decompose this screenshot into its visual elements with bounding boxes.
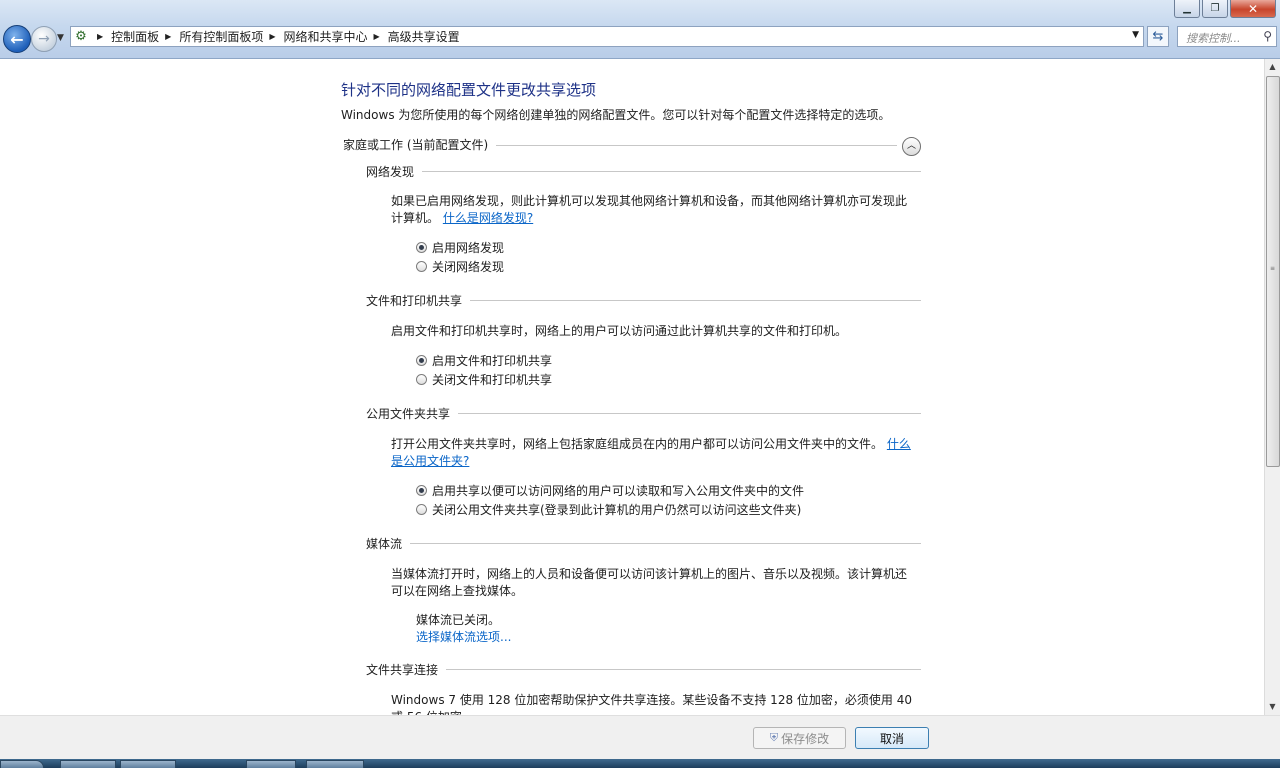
breadcrumb-control-panel[interactable]: 控制面板 <box>111 28 159 45</box>
radio-label: 关闭公用文件夹共享(登录到此计算机的用户仍然可以访问这些文件夹) <box>432 502 802 517</box>
section-description: 启用文件和打印机共享时，网络上的用户可以访问通过此计算机共享的文件和打印机。 <box>391 324 848 338</box>
section-title: 文件共享连接 <box>366 661 447 678</box>
radio-label: 关闭文件和打印机共享 <box>432 372 553 387</box>
save-label: 保存修改 <box>781 731 830 746</box>
radio-button[interactable] <box>416 503 427 515</box>
divider <box>366 543 921 544</box>
taskbar-button[interactable] <box>120 760 176 768</box>
radio-enable-network-discovery[interactable]: 启用网络发现 <box>416 239 504 255</box>
back-button[interactable]: ← <box>3 25 31 53</box>
divider <box>366 171 921 172</box>
network-icon: ⚙ <box>75 29 87 44</box>
scroll-down-icon[interactable]: ▼ <box>1265 699 1280 715</box>
breadcrumb-separator-icon[interactable]: ▶ <box>374 32 380 41</box>
window-titlebar: ▁ ❐ ✕ ← → ▼ ⚙ ▶ 控制面板 ▶ 所有控制面板项 ▶ 网络和共享中心… <box>0 0 1280 59</box>
scroll-up-icon[interactable]: ▲ <box>1265 59 1280 75</box>
search-icon: ⚲ <box>1263 29 1272 43</box>
start-button[interactable] <box>0 760 44 768</box>
window-controls: ▁ ❐ ✕ <box>1174 0 1276 18</box>
divider <box>493 145 897 146</box>
radio-label: 启用文件和打印机共享 <box>432 353 553 368</box>
taskbar-button[interactable] <box>60 760 116 768</box>
search-input[interactable]: 搜索控制... ⚲ <box>1177 26 1277 47</box>
refresh-icon: ⇆ <box>1152 29 1164 44</box>
section-file-sharing-connections: 文件共享连接 <box>366 661 921 678</box>
settings-content: 针对不同的网络配置文件更改共享选项 Windows 为您所使用的每个网络创建单独… <box>0 59 1264 715</box>
radio-enable-public-folder-sharing[interactable]: 启用共享以便可以访问网络的用户可以读取和写入公用文件夹中的文件 <box>416 482 804 498</box>
section-title: 公用文件夹共享 <box>366 405 459 422</box>
what-is-network-discovery-link[interactable]: 什么是网络发现? <box>443 211 533 225</box>
forward-button[interactable]: → <box>31 26 57 52</box>
button-bar: ⛨ 保存修改 取消 <box>0 715 1280 760</box>
profile-header: 家庭或工作 (当前配置文件) ︿ <box>343 136 921 158</box>
page-title: 针对不同的网络配置文件更改共享选项 <box>341 81 597 99</box>
section-description: 当媒体流打开时，网络上的人员和设备便可以访问该计算机上的图片、音乐以及视频。该计… <box>391 567 908 598</box>
maximize-button[interactable]: ❐ <box>1202 0 1228 18</box>
refresh-button[interactable]: ⇆ <box>1147 26 1169 47</box>
grip-icon: ≡ <box>1270 265 1276 272</box>
section-title: 文件和打印机共享 <box>366 292 471 309</box>
radio-button-checked[interactable] <box>416 354 427 366</box>
section-media-streaming: 媒体流 <box>366 535 921 552</box>
section-public-folder-sharing: 公用文件夹共享 <box>366 405 921 422</box>
section-title: 网络发现 <box>366 163 423 180</box>
section-network-discovery: 网络发现 <box>366 163 921 180</box>
radio-label: 关闭网络发现 <box>432 259 505 274</box>
breadcrumb-separator-icon[interactable]: ▶ <box>269 32 275 41</box>
address-dropdown-icon[interactable]: ▼ <box>1132 30 1139 40</box>
choose-media-streaming-options-link[interactable]: 选择媒体流选项... <box>416 628 511 645</box>
radio-disable-network-discovery[interactable]: 关闭网络发现 <box>416 258 504 274</box>
radio-button-checked[interactable] <box>416 241 427 253</box>
page-description: Windows 为您所使用的每个网络创建单独的网络配置文件。您可以针对每个配置文… <box>341 108 891 122</box>
close-button[interactable]: ✕ <box>1230 0 1276 18</box>
breadcrumb-separator-icon[interactable]: ▶ <box>165 32 171 41</box>
minimize-button[interactable]: ▁ <box>1174 0 1200 18</box>
cancel-button[interactable]: 取消 <box>855 727 929 749</box>
radio-label: 启用网络发现 <box>432 240 505 255</box>
breadcrumb-separator-icon[interactable]: ▶ <box>97 32 103 41</box>
recent-pages-dropdown[interactable]: ▼ <box>57 33 64 43</box>
minimize-icon: ▁ <box>1183 2 1191 14</box>
cancel-label: 取消 <box>879 731 904 746</box>
address-bar[interactable]: ⚙ ▶ 控制面板 ▶ 所有控制面板项 ▶ 网络和共享中心 ▶ 高级共享设置 ▼ <box>70 26 1144 47</box>
radio-disable-file-printer-sharing[interactable]: 关闭文件和打印机共享 <box>416 371 552 387</box>
section-description: 如果已启用网络发现，则此计算机可以发现其他网络计算机和设备，而其他网络计算机亦可… <box>391 193 913 227</box>
radio-label: 启用共享以便可以访问网络的用户可以读取和写入公用文件夹中的文件 <box>432 483 805 498</box>
collapse-button[interactable]: ︿ <box>902 137 921 156</box>
restore-icon: ❐ <box>1210 2 1220 14</box>
description-text: 打开公用文件夹共享时，网络上包括家庭组成员在内的用户都可以访问公用文件夹中的文件… <box>391 437 884 451</box>
chevron-down-icon: ▼ <box>57 33 64 43</box>
divider <box>366 669 921 670</box>
vertical-scrollbar[interactable]: ▲ ≡ ▼ <box>1264 59 1280 715</box>
profile-label: 家庭或工作 (当前配置文件) <box>343 136 497 153</box>
forward-arrow-icon: → <box>38 31 50 47</box>
section-title: 媒体流 <box>366 535 411 552</box>
section-description: Windows 7 使用 128 位加密帮助保护文件共享连接。某些设备不支持 1… <box>391 693 912 715</box>
section-description: 打开公用文件夹共享时，网络上包括家庭组成员在内的用户都可以访问公用文件夹中的文件… <box>391 436 913 470</box>
back-arrow-icon: ← <box>10 29 24 49</box>
search-placeholder: 搜索控制... <box>1186 32 1241 45</box>
close-icon: ✕ <box>1247 1 1259 16</box>
breadcrumb-advanced-sharing[interactable]: 高级共享设置 <box>388 28 460 45</box>
radio-button-checked[interactable] <box>416 484 427 496</box>
taskbar-button[interactable] <box>246 760 296 768</box>
chevron-up-icon: ︿ <box>906 141 916 151</box>
shield-icon: ⛨ <box>769 731 779 744</box>
radio-enable-file-printer-sharing[interactable]: 启用文件和打印机共享 <box>416 352 552 368</box>
scrollbar-thumb[interactable]: ≡ <box>1266 76 1280 467</box>
breadcrumb-all-items[interactable]: 所有控制面板项 <box>179 28 263 45</box>
media-streaming-status: 媒体流已关闭。 <box>416 613 501 627</box>
radio-disable-public-folder-sharing[interactable]: 关闭公用文件夹共享(登录到此计算机的用户仍然可以访问这些文件夹) <box>416 501 801 517</box>
breadcrumb-network-center[interactable]: 网络和共享中心 <box>284 28 368 45</box>
taskbar-button[interactable] <box>306 760 364 768</box>
save-changes-button[interactable]: ⛨ 保存修改 <box>753 727 846 749</box>
radio-button[interactable] <box>416 260 427 272</box>
section-file-printer-sharing: 文件和打印机共享 <box>366 292 921 309</box>
taskbar <box>0 759 1280 768</box>
radio-button[interactable] <box>416 373 427 385</box>
